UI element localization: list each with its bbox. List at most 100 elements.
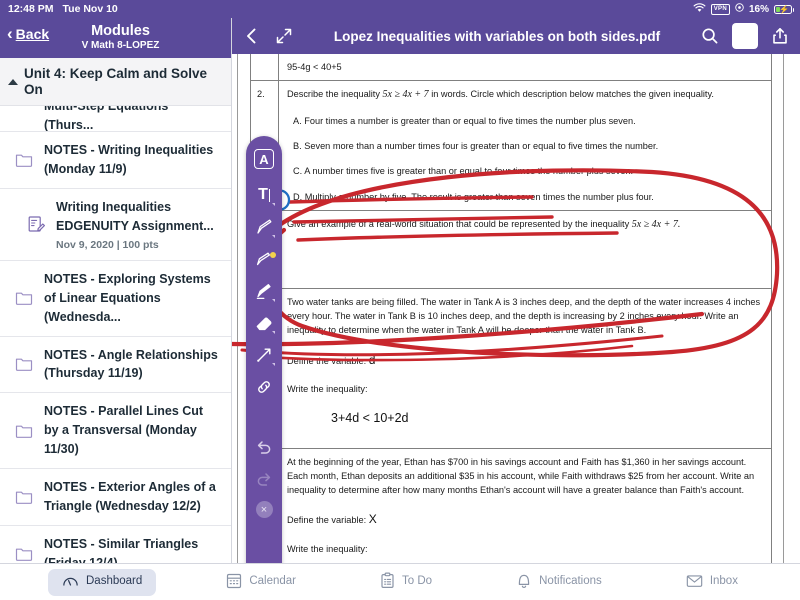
tab-todo[interactable]: To Do — [366, 569, 446, 596]
text-tool-label: T — [258, 186, 268, 203]
option-d: D. Multiply a number by five. The result… — [293, 191, 654, 202]
search-icon[interactable] — [700, 26, 720, 46]
tab-dashboard-label: Dashboard — [86, 575, 143, 588]
expand-arrows-icon[interactable] — [274, 26, 294, 46]
folder-icon — [14, 106, 34, 126]
bottom-tab-bar: Dashboard Calendar To Do Notifications I… — [0, 563, 800, 600]
tank-write-label: Write the inequality: — [287, 384, 368, 395]
worksheet-table: 95-4g < 40+5 2. Describe the inequality … — [250, 54, 772, 563]
tab-notifications[interactable]: Notifications — [502, 569, 616, 596]
bell-icon — [516, 572, 532, 592]
real-world-math: 5x ≥ 4x + 7. — [631, 218, 681, 230]
marker-tool[interactable] — [249, 243, 279, 275]
wifi-icon — [693, 2, 706, 16]
list-item[interactable]: NOTES - Angle Relationships (Thursday 11… — [0, 336, 231, 394]
list-item-title: NOTES - Angle Relationships (Thursday 11… — [44, 347, 218, 381]
list-item[interactable]: Multi-Step Equations (Thurs... — [0, 106, 231, 132]
worksheet-content: 95-4g < 40+5 2. Describe the inequality … — [250, 54, 772, 563]
annotation-toolbar[interactable]: A T × — [246, 136, 282, 563]
folder-icon — [14, 354, 34, 374]
folder-icon — [14, 150, 34, 170]
list-item[interactable]: Writing Inequalities EDGENUITY Assignmen… — [0, 188, 231, 261]
savings-problem-cell: At the beginning of the year, Ethan has … — [278, 447, 772, 563]
highlight-text-tool-label: A — [259, 151, 269, 167]
modules-header: ‹ Back Modules V Math 8-LOPEZ — [0, 18, 231, 58]
tab-inbox-label: Inbox — [709, 575, 738, 588]
unit-section-header[interactable]: Unit 4: Keep Calm and Solve On — [0, 58, 231, 106]
real-world-prompt: Give an example of a real-world situatio… — [287, 218, 630, 229]
folder-icon — [14, 487, 34, 507]
list-item[interactable]: NOTES - Similar Triangles (Friday 12/4) — [0, 525, 231, 564]
tab-bar-inner: Dashboard Calendar To Do Notifications I… — [0, 568, 800, 596]
status-bar: 12:48 PM Tue Nov 10 VPN 16% ⚡ — [0, 0, 800, 18]
marker-color-dot — [270, 252, 276, 258]
tank-define-line: Define the variable: d — [287, 351, 763, 370]
module-list[interactable]: Unit 4: Keep Calm and Solve On Multi-Ste… — [0, 58, 231, 563]
pdf-page-area[interactable]: 95-4g < 40+5 2. Describe the inequality … — [232, 54, 800, 563]
course-name: V Math 8-LOPEZ — [81, 40, 160, 52]
savings-define-answer: X — [368, 512, 377, 527]
savings-problem-text: At the beginning of the year, Ethan has … — [287, 456, 755, 496]
tab-notifications-label: Notifications — [539, 575, 602, 588]
folder-icon — [14, 288, 34, 308]
highlighter-tool[interactable] — [249, 275, 279, 307]
tank-define-answer: d — [368, 352, 376, 367]
share-icon[interactable] — [770, 26, 790, 46]
pdf-pane: Lopez Inequalities with variables on bot… — [232, 18, 800, 563]
pdf-title: Lopez Inequalities with variables on bot… — [333, 28, 661, 44]
link-icon[interactable] — [249, 371, 279, 403]
modules-pane: ‹ Back Modules V Math 8-LOPEZ Unit 4: Ke… — [0, 18, 232, 563]
tab-calendar-label: Calendar — [249, 575, 296, 588]
tank-problem-text: Two water tanks are being filled. The wa… — [287, 296, 761, 336]
table-row: Give an example of a real-world situatio… — [250, 209, 772, 289]
list-item-title: NOTES - Writing Inequalities (Monday 11/… — [44, 143, 214, 176]
tank-write-answer: 3+4d < 10+2d — [331, 411, 409, 426]
tank-define-label: Define the variable: — [287, 355, 367, 366]
option-b: B. Seven more than a number times four i… — [293, 141, 659, 151]
back-button[interactable]: ‹ Back — [7, 25, 49, 42]
eraser-tool[interactable] — [249, 307, 279, 339]
savings-write-label: Write the inequality: — [287, 544, 368, 555]
redo-button[interactable] — [249, 463, 279, 495]
status-bar-right: VPN 16% ⚡ — [693, 2, 794, 16]
status-time: 12:48 PM — [8, 3, 54, 15]
folder-icon — [14, 544, 34, 564]
list-item-title: Multi-Step Equations (Thurs... — [44, 106, 168, 132]
question-prompt: Describe the inequality 5x ≥ 4x + 7 in w… — [287, 87, 763, 103]
caret-up-icon — [8, 78, 18, 85]
unit-section-title: Unit 4: Keep Calm and Solve On — [24, 65, 208, 97]
list-item[interactable]: NOTES - Exploring Systems of Linear Equa… — [0, 260, 231, 337]
pdf-toolbar: Lopez Inequalities with variables on bot… — [232, 18, 800, 54]
tab-dashboard[interactable]: Dashboard — [48, 568, 157, 596]
module-rows: Multi-Step Equations (Thurs... NOTES - W… — [0, 58, 231, 563]
prompt-pre: Describe the inequality — [287, 89, 380, 100]
text-tool[interactable]: T — [249, 179, 279, 211]
undo-button[interactable] — [249, 431, 279, 463]
list-item[interactable]: NOTES - Parallel Lines Cut by a Transver… — [0, 393, 231, 469]
pdf-page: 95-4g < 40+5 2. Describe the inequality … — [232, 54, 800, 563]
tab-inbox[interactable]: Inbox — [672, 569, 752, 596]
list-item-title: NOTES - Exterior Angles of a Triangle (W… — [44, 479, 216, 513]
list-item-title: NOTES - Similar Triangles (Friday 12/4) — [44, 536, 199, 563]
highlight-text-tool[interactable]: A — [254, 149, 274, 169]
battery-charging-icon: ⚡ — [774, 4, 794, 14]
tab-todo-label: To Do — [402, 575, 433, 588]
dashboard-gauge-icon — [62, 573, 79, 592]
envelope-icon — [686, 574, 703, 591]
assignment-icon — [26, 214, 46, 234]
pdf-back-button[interactable] — [242, 26, 262, 46]
page-thumbnail-button[interactable] — [732, 23, 758, 49]
real-world-cell: Give an example of a real-world situatio… — [278, 209, 772, 289]
table-row: At the beginning of the year, Ethan has … — [250, 447, 772, 563]
pen-tool[interactable] — [249, 211, 279, 243]
list-item[interactable]: NOTES - Exterior Angles of a Triangle (W… — [0, 468, 231, 526]
prompt-post: in words. Circle which description below… — [431, 89, 714, 100]
table-row: Two water tanks are being filled. The wa… — [250, 287, 772, 449]
list-item-title: Writing Inequalities EDGENUITY Assignmen… — [56, 199, 214, 233]
list-item[interactable]: NOTES - Writing Inequalities (Monday 11/… — [0, 132, 231, 189]
savings-define-label: Define the variable: — [287, 515, 367, 526]
line-arrow-icon[interactable] — [249, 339, 279, 371]
close-icon[interactable]: × — [255, 501, 273, 518]
status-bar-left: 12:48 PM Tue Nov 10 — [8, 3, 118, 15]
tab-calendar[interactable]: Calendar — [212, 569, 310, 596]
